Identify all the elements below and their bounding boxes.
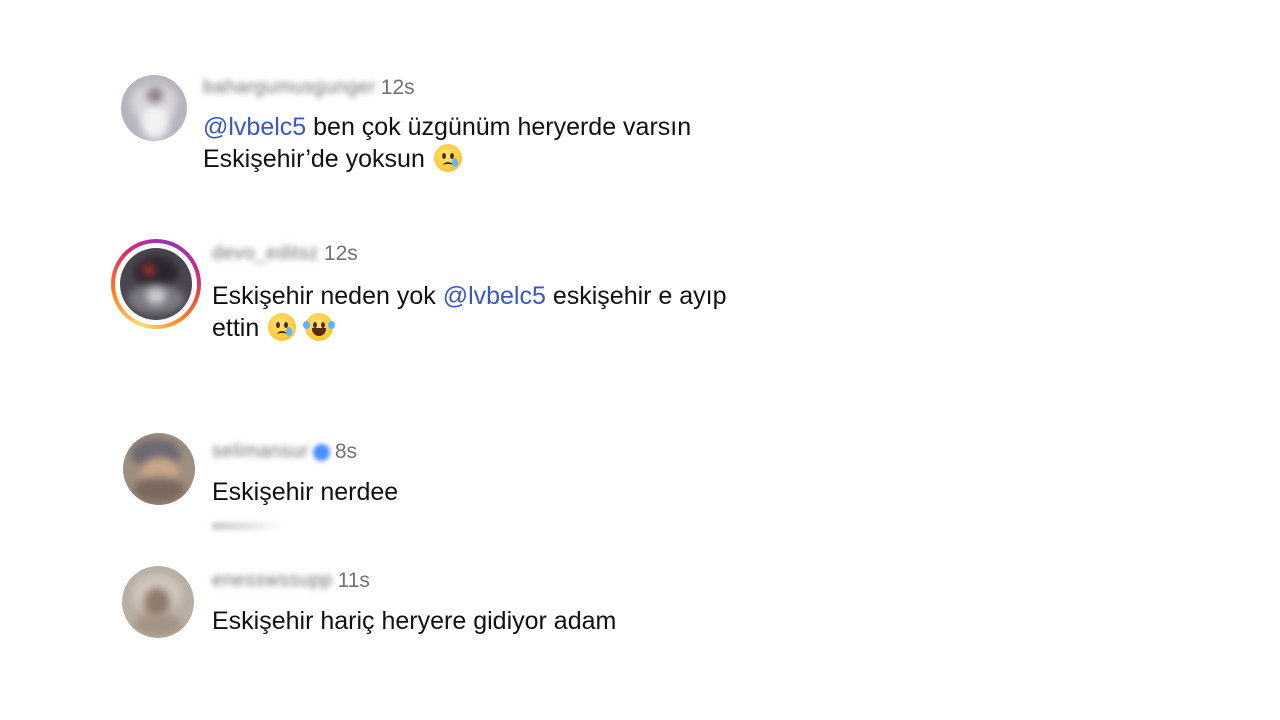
avatar[interactable] xyxy=(120,248,192,320)
comment-meta: devo_editsz 12s xyxy=(212,242,358,266)
comment-text: Eskişehir neden yok @lvbelc5 eskişehir e… xyxy=(212,280,727,344)
comments-screen: bahargumusgunger 12s @lvbelc5 ben çok üz… xyxy=(0,0,1280,720)
crying-face-icon xyxy=(268,313,297,341)
crying-face-icon xyxy=(433,144,462,172)
username[interactable]: enesswssupp xyxy=(212,570,333,592)
verified-badge-icon xyxy=(312,443,330,461)
comment-text-part: eskişehir e ayıp xyxy=(545,282,727,310)
timestamp: 12s xyxy=(323,242,358,265)
mention-link[interactable]: @lvbelc5 xyxy=(203,113,306,141)
comment-meta: bahargumusgunger 12s xyxy=(203,76,415,100)
comment-text: Eskişehir hariç heryere gidiyor adam xyxy=(212,607,617,635)
avatar[interactable] xyxy=(121,75,187,141)
tears-of-joy-icon xyxy=(303,313,336,341)
comment-text-part: Eskişehir neden yok xyxy=(212,282,443,310)
comment-meta: selimansur 8s xyxy=(212,440,357,464)
comment-text-line2: Eskişehir’de yoksun xyxy=(203,145,425,173)
comment-text-part: ben çok üzgünüm heryerde varsın xyxy=(306,113,692,141)
comment-text: Eskişehir nerdee xyxy=(212,478,399,506)
comment-text: @lvbelc5 ben çok üzgünüm heryerde varsın… xyxy=(203,111,691,175)
timestamp: 11s xyxy=(337,569,370,592)
username[interactable]: bahargumusgunger xyxy=(203,77,376,99)
timestamp: 12s xyxy=(380,76,415,99)
username[interactable]: devo_editsz xyxy=(212,243,319,265)
timestamp: 8s xyxy=(334,440,358,463)
avatar[interactable] xyxy=(122,566,194,638)
avatar[interactable] xyxy=(123,433,195,505)
truncated-row xyxy=(212,522,282,530)
username[interactable]: selimansur xyxy=(212,441,309,463)
comment-text-line2: ettin xyxy=(212,314,260,342)
comment-meta: enesswssupp 11s xyxy=(212,569,370,593)
mention-link[interactable]: @lvbelc5 xyxy=(443,282,546,310)
